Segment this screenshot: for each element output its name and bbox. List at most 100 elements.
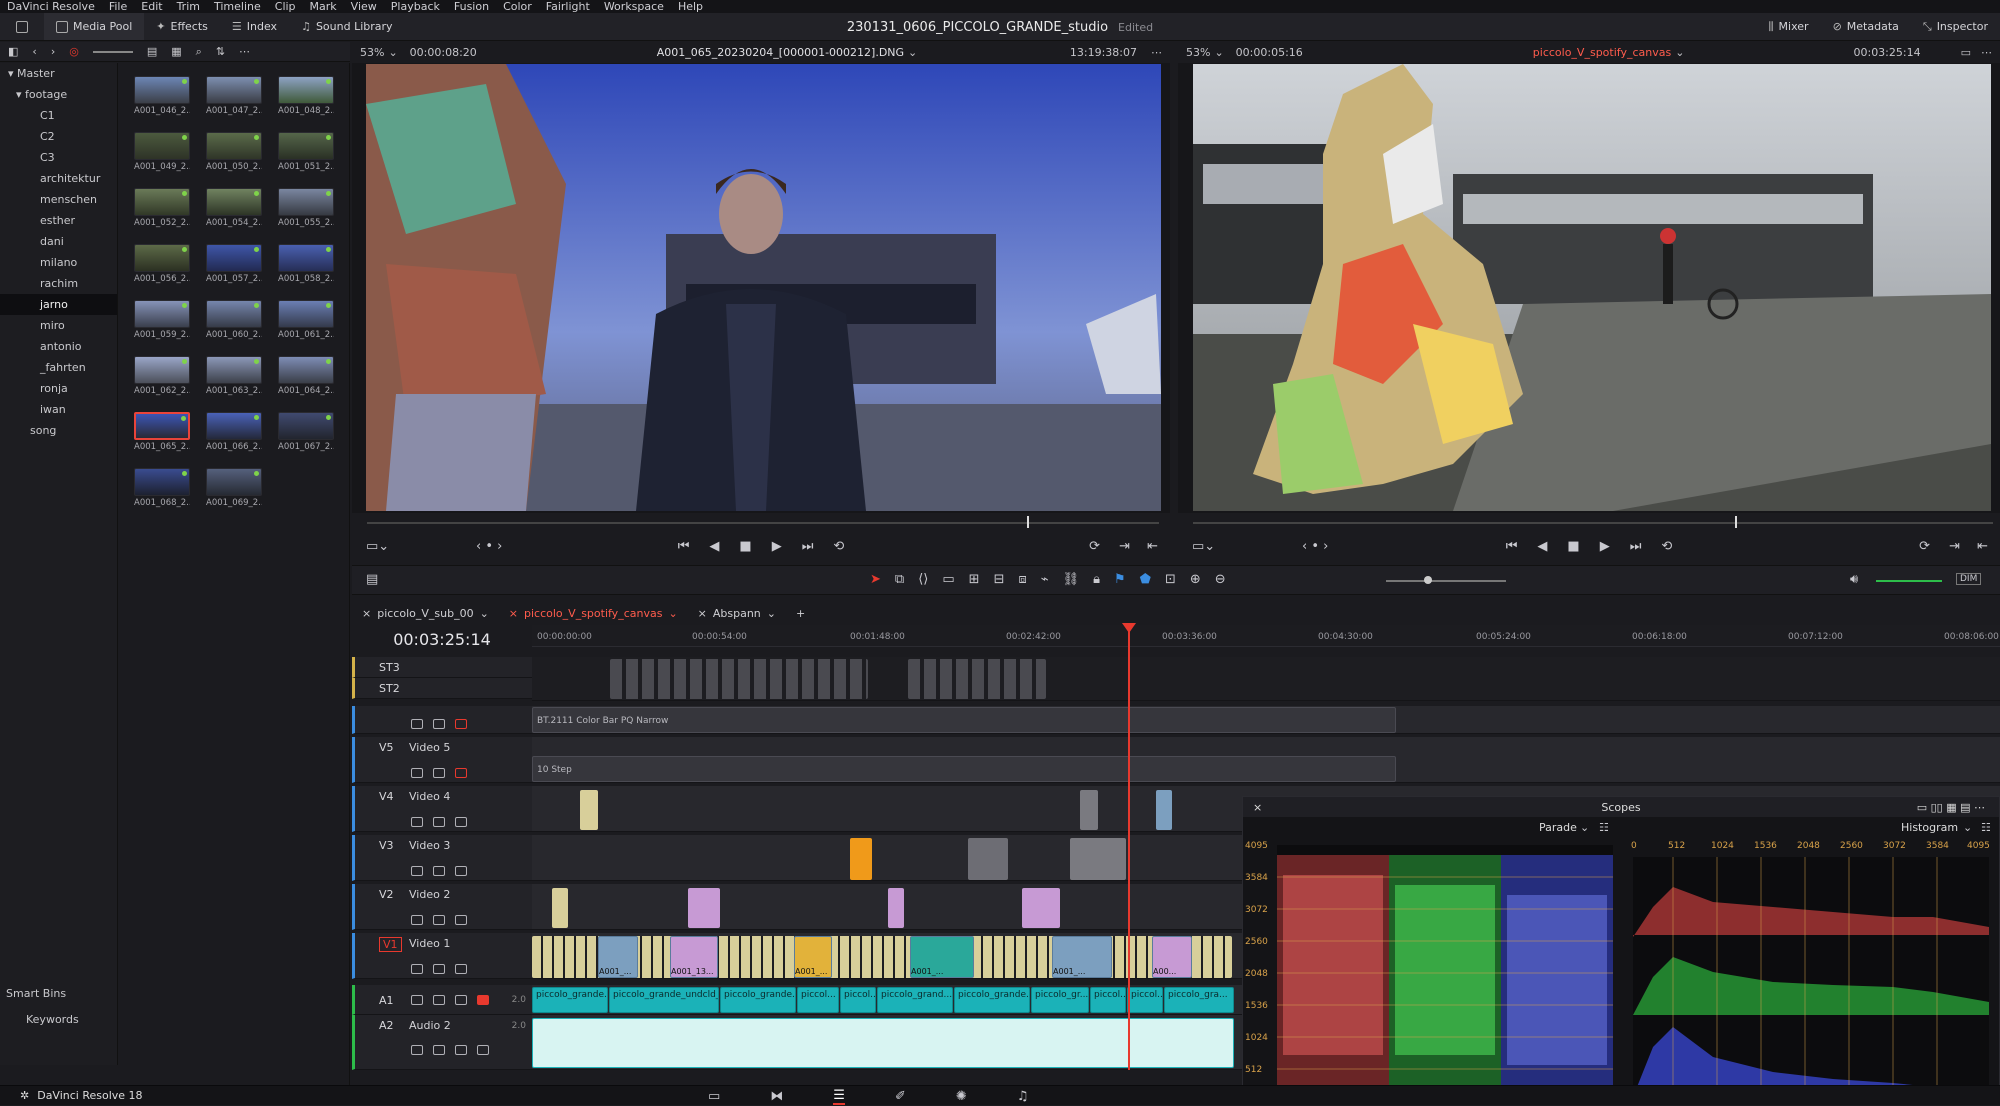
disable-track-icon[interactable] [455, 915, 467, 925]
menu-edit[interactable]: Edit [134, 0, 169, 13]
scope-mode-right[interactable]: Histogram [1901, 821, 1958, 834]
menu-mark[interactable]: Mark [303, 0, 344, 13]
more-options-icon[interactable]: ⋯ [239, 45, 250, 58]
lock-icon[interactable] [411, 817, 423, 827]
tab-abspann[interactable]: × Abspann ⌄ [688, 607, 786, 620]
track-header-v5[interactable]: V5 Video 5 [352, 737, 532, 783]
source-zoom-dropdown-icon[interactable]: ⌄ [388, 46, 397, 59]
menu-davinci[interactable]: DaVinci Resolve [0, 0, 102, 13]
scope-mode-left[interactable]: Parade [1539, 821, 1577, 834]
timeline-jog-icon[interactable]: ‹ • › [1302, 539, 1328, 554]
clip-thumbnail[interactable]: A001_060_2... [206, 300, 262, 342]
position-lock-icon[interactable]: 🔒︎ [1093, 572, 1100, 587]
disable-track-icon[interactable] [455, 817, 467, 827]
clip-thumbnail[interactable]: A001_049_2... [134, 132, 190, 174]
auto-select-icon[interactable] [433, 719, 445, 729]
menu-timeline[interactable]: Timeline [207, 0, 268, 13]
lock-icon[interactable] [411, 866, 423, 876]
close-icon[interactable]: × [1253, 801, 1262, 814]
clip-thumbnail[interactable]: A001_048_2... [278, 76, 334, 118]
edit-page-icon[interactable]: ☰ [833, 1088, 845, 1105]
timeline-ruler[interactable]: 00:00:00:00 00:00:54:00 00:01:48:00 00:0… [532, 625, 2000, 647]
lock-icon[interactable] [411, 995, 423, 1005]
audio-clip[interactable]: piccol... [1127, 987, 1163, 1013]
timeline-scrub-playhead[interactable] [1735, 516, 1737, 528]
bin-esther[interactable]: esther [0, 210, 117, 231]
media-pool-button[interactable]: Media Pool [44, 13, 145, 40]
audio-clip[interactable]: piccol... [840, 987, 876, 1013]
video-clip[interactable] [1022, 888, 1060, 928]
menu-fairlight[interactable]: Fairlight [539, 0, 597, 13]
sound-library-button[interactable]: ♫ Sound Library [289, 13, 404, 40]
mixer-button[interactable]: ⫼ Mixer [1756, 13, 1820, 40]
source-scrub-bar[interactable] [367, 522, 1159, 524]
chevron-down-icon[interactable]: ⌄ [1963, 821, 1972, 834]
close-icon[interactable]: × [509, 607, 518, 620]
scope-layout-icon[interactable]: ▭ ▯▯ ▦ ▤ ⋯ [1917, 801, 1985, 814]
clip-thumbnail[interactable]: A001_051_2... [278, 132, 334, 174]
menu-clip[interactable]: Clip [268, 0, 303, 13]
mute-icon[interactable] [477, 995, 489, 1005]
go-to-start-icon[interactable]: ⏮ [678, 539, 690, 554]
volume-icon[interactable]: 🔊︎ [1850, 572, 1858, 587]
bin-architektur[interactable]: architektur [0, 168, 117, 189]
lane-v5[interactable]: 10 Step [532, 737, 2000, 783]
grid-view-icon[interactable]: ▦ [171, 45, 181, 58]
lock-icon[interactable] [411, 964, 423, 974]
clip-thumbnail[interactable]: A001_056_2... [134, 244, 190, 286]
workspace-monitor-button[interactable] [0, 13, 44, 40]
tl-mark-out-icon[interactable]: ⇤ [1977, 539, 1988, 554]
source-clip-name[interactable]: A001_065_20230204_[000001-000212].DNG [657, 46, 904, 59]
bin-milano[interactable]: milano [0, 252, 117, 273]
timeline-zoom[interactable]: 53% [1186, 46, 1210, 59]
fairlight-page-icon[interactable]: ♫ [1017, 1089, 1029, 1104]
insert-clip-icon[interactable]: ⊞ [969, 572, 980, 587]
clip-thumbnail[interactable]: A001_047_2... [206, 76, 262, 118]
metadata-button[interactable]: ⊘ Metadata [1821, 13, 1911, 40]
viewer-layout-icon[interactable]: ▭ [1961, 46, 1971, 59]
source-jog-icon[interactable]: ‹ • › [476, 539, 502, 554]
clip-thumbnail[interactable]: A001_054_2... [206, 188, 262, 230]
subtitle-clips[interactable] [610, 659, 868, 699]
color-bars-generator-clip[interactable]: BT.2111 Color Bar PQ Narrow [532, 707, 1396, 733]
tl-mark-in-icon[interactable]: ⇥ [1949, 539, 1960, 554]
clip-thumbnail[interactable]: A001_058_2... [278, 244, 334, 286]
forward-icon[interactable]: › [51, 45, 55, 58]
video-clip[interactable] [888, 888, 904, 928]
timeline-zoom-dropdown-icon[interactable]: ⌄ [1214, 46, 1223, 59]
timeline-viewer-name[interactable]: piccolo_V_spotify_canvas [1533, 46, 1671, 59]
disable-track-icon[interactable] [455, 866, 467, 876]
source-view-options-icon[interactable]: ▭⌄ [366, 539, 389, 554]
zoom-full-icon[interactable]: ⊡ [1165, 572, 1176, 587]
track-header-v1[interactable]: V1 Video 1 [352, 933, 532, 979]
thumb-size-slider[interactable] [92, 50, 133, 53]
inspector-button[interactable]: ⤡ Inspector [1911, 13, 2000, 40]
effects-button[interactable]: ✦ Effects [144, 13, 220, 40]
video-clip[interactable] [580, 790, 598, 830]
clip-thumbnail[interactable]: A001_057_2... [206, 244, 262, 286]
clip-thumbnail[interactable]: A001_066_2... [206, 412, 262, 454]
source-zoom[interactable]: 53% [360, 46, 384, 59]
sort-icon[interactable]: ⇅ [216, 45, 225, 58]
timeline-viewer[interactable] [1178, 63, 2000, 513]
audio-clip[interactable]: piccolo_gr... [1031, 987, 1089, 1013]
clip-thumbnail[interactable]: A001_055_2... [278, 188, 334, 230]
video-clip[interactable] [850, 838, 872, 880]
dim-button[interactable]: DIM [1956, 573, 1982, 585]
bin-antonio[interactable]: antonio [0, 336, 117, 357]
video-clip[interactable] [688, 888, 720, 928]
timeline-timecode[interactable]: 00:03:25:14 [352, 623, 532, 655]
video-clip[interactable] [968, 838, 1008, 880]
search-icon[interactable]: ⌕ [196, 45, 202, 59]
audio-clip[interactable]: piccolo_grande... [720, 987, 796, 1013]
lock-icon[interactable] [411, 719, 423, 729]
clip-thumbnail[interactable]: A001_068_2... [134, 468, 190, 510]
lane-v6[interactable]: BT.2111 Color Bar PQ Narrow [532, 706, 2000, 734]
stop-icon[interactable]: ■ [739, 539, 751, 554]
track-header-v4[interactable]: V4 Video 4 [352, 786, 532, 832]
marker-icon[interactable]: ⬟ [1140, 572, 1151, 587]
video-clip[interactable] [1156, 790, 1172, 830]
volume-slider[interactable] [1876, 580, 1942, 582]
flag-icon[interactable]: ⚑ [1114, 572, 1126, 587]
bin-rachim[interactable]: rachim [0, 273, 117, 294]
